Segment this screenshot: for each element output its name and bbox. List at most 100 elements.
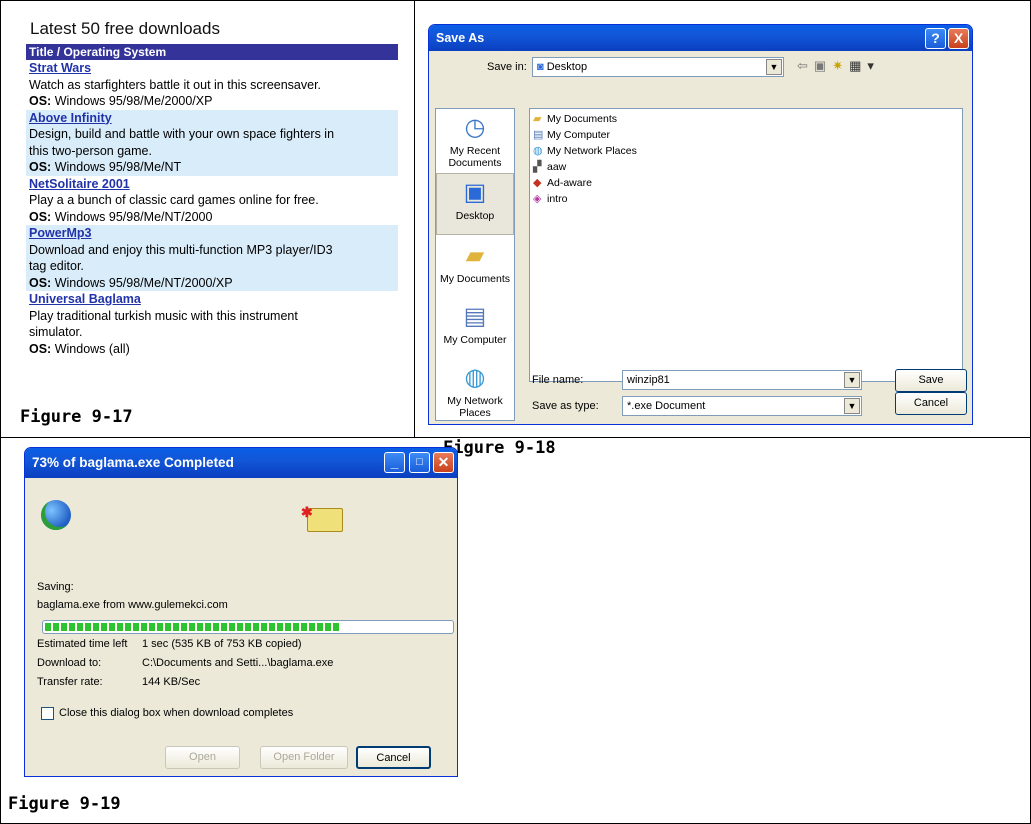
download-title: 73% of baglama.exe Completed	[32, 455, 234, 470]
figure-caption-9-17: Figure 9-17	[20, 407, 133, 427]
transfer-rate-label: Transfer rate:	[37, 676, 103, 688]
back-icon[interactable]: ⇦	[797, 58, 814, 73]
my-documents-icon: ▰	[465, 242, 485, 269]
chevron-down-icon[interactable]: ▼	[766, 59, 782, 75]
open-button[interactable]: Open	[165, 746, 240, 769]
download-to-label: Download to:	[37, 657, 102, 669]
transfer-rate-value: 144 KB/Sec	[142, 676, 201, 688]
list-item: NetSolitaire 2001 Play a a bunch of class…	[26, 176, 398, 226]
recent-documents-icon: ◷	[464, 114, 486, 141]
save-button[interactable]: Save	[895, 369, 967, 392]
download-description: Design, build and battle with your own s…	[29, 127, 335, 141]
place-network-places[interactable]: ◍ My Network Places	[436, 363, 514, 419]
download-progress-bar	[42, 620, 454, 634]
list-item[interactable]: ◍ My Network Places	[530, 143, 962, 159]
close-when-done-checkbox[interactable]	[41, 707, 54, 720]
downloads-column-header: Title / Operating System	[26, 44, 398, 60]
chevron-down-icon[interactable]: ▼	[844, 398, 860, 414]
view-menu-icon[interactable]: ▦▾	[849, 58, 880, 73]
place-my-computer[interactable]: ▤ My Computer	[436, 302, 514, 346]
minimize-button[interactable]: _	[384, 452, 405, 473]
save-in-value: Desktop	[546, 61, 588, 73]
progress-fill	[45, 623, 342, 631]
os-value: Windows 95/98/Me/NT/2000	[54, 209, 213, 224]
list-item[interactable]: ◈ intro	[530, 191, 962, 207]
list-item[interactable]: ◆ Ad-aware	[530, 175, 962, 191]
list-item: Above Infinity Design, build and battle w…	[26, 109, 398, 176]
globe-icon	[41, 500, 71, 530]
list-item[interactable]: ▰ My Documents	[530, 111, 962, 127]
os-label: OS:	[29, 275, 52, 290]
download-description: this two-person game.	[29, 143, 152, 158]
download-os: OS: Windows 95/98/Me/NT/2000	[29, 209, 398, 226]
open-folder-button[interactable]: Open Folder	[260, 746, 348, 769]
download-titlebar: 73% of baglama.exe Completed _ □ ✕	[25, 448, 457, 478]
os-label: OS:	[29, 94, 52, 108]
os-value: Windows (all)	[54, 341, 130, 356]
os-label: OS:	[29, 341, 52, 356]
os-label: OS:	[29, 209, 52, 224]
figure-divider-vertical	[414, 0, 415, 437]
cancel-button[interactable]: Cancel	[356, 746, 431, 769]
place-desktop[interactable]: ▣ Desktop	[436, 173, 514, 235]
download-os: OS: Windows (all)	[29, 341, 398, 358]
desktop-icon: ▣	[463, 179, 487, 206]
help-button[interactable]: ?	[925, 28, 946, 49]
download-to-value: C:\Documents and Setti...\baglama.exe	[142, 657, 334, 669]
download-title-link[interactable]: Above Infinity	[29, 110, 112, 127]
chevron-down-icon[interactable]: ▼	[844, 372, 860, 388]
downloads-list: Strat Wars Watch as starfighters battle i…	[26, 60, 398, 357]
saving-label: Saving:	[37, 581, 74, 593]
close-button[interactable]: ✕	[433, 452, 454, 473]
file-list[interactable]: ▰ My Documents ▤ My Computer ◍ My Network P…	[529, 108, 963, 382]
place-my-documents[interactable]: ▰ My Documents	[436, 241, 514, 285]
close-button[interactable]: X	[948, 28, 969, 49]
download-description: simulator.	[29, 325, 83, 339]
download-description: Play a a bunch of classic card games onl…	[29, 193, 319, 207]
download-title-link[interactable]: PowerMp3	[29, 225, 92, 242]
download-os: OS: Windows 95/98/Me/NT/2000/XP	[29, 275, 398, 292]
computer-icon: ▤	[533, 129, 544, 141]
file-name-input[interactable]: winzip81 ▼	[622, 370, 862, 390]
os-value: Windows 95/98/Me/NT/2000/XP	[54, 275, 233, 290]
list-item[interactable]: ▤ My Computer	[530, 127, 962, 143]
save-in-label: Save in:	[487, 61, 527, 73]
list-item: Universal Baglama Play traditional turkis…	[26, 291, 398, 357]
file-name-label: File name:	[532, 374, 584, 386]
downloads-heading: Latest 50 free downloads	[30, 19, 220, 38]
time-left-label: Estimated time left	[37, 638, 128, 650]
download-title-link[interactable]: NetSolitaire 2001	[29, 176, 130, 193]
download-os: OS: Windows 95/98/Me/NT	[29, 159, 398, 176]
saving-value: baglama.exe from www.gulemekci.com	[37, 599, 228, 611]
download-os: OS: Windows 95/98/Me/2000/XP	[29, 93, 398, 110]
cancel-button[interactable]: Cancel	[895, 392, 967, 415]
download-title-link[interactable]: Strat Wars	[29, 60, 91, 77]
save-as-type-select[interactable]: *.exe Document ▼	[622, 396, 862, 416]
os-label: OS:	[29, 160, 52, 174]
media-icon: ◈	[533, 193, 542, 205]
download-description: Download and enjoy this multi-function M…	[29, 242, 333, 257]
folder-icon: ▰	[533, 113, 542, 125]
list-item[interactable]: ▞ aaw	[530, 159, 962, 175]
new-folder-icon[interactable]: ✷	[832, 58, 849, 73]
app-icon: ▞	[533, 161, 542, 173]
save-as-titlebar: Save As ? X	[429, 25, 972, 51]
download-description: Watch as starfighters battle it out in t…	[29, 77, 322, 92]
download-description: Play traditional turkish music with this…	[29, 308, 298, 323]
list-item: PowerMp3 Download and enjoy this multi-fu…	[26, 225, 398, 291]
downloads-panel: Latest 50 free downloads Title / Operati…	[26, 18, 398, 357]
adaware-icon: ◆	[533, 177, 542, 189]
save-as-type-label: Save as type:	[532, 400, 599, 412]
figure-caption-9-18: Figure 9-18	[443, 438, 556, 458]
place-recent-documents[interactable]: ◷ My Recent Documents	[436, 113, 514, 169]
download-dialog: 73% of baglama.exe Completed _ □ ✕ ✱ Sav…	[24, 447, 458, 777]
save-in-combo[interactable]: ◙ Desktop ▼	[532, 57, 784, 77]
os-value: Windows 95/98/Me/NT	[54, 160, 182, 174]
network-icon: ◍	[533, 145, 543, 157]
up-folder-icon[interactable]: ▣	[814, 58, 832, 73]
maximize-button[interactable]: □	[409, 452, 430, 473]
my-computer-icon: ▤	[463, 303, 487, 330]
save-as-dialog: Save As ? X Save in: ◙ Desktop ▼ ⇦▣✷▦▾ ◷…	[428, 24, 973, 425]
download-title-link[interactable]: Universal Baglama	[29, 291, 141, 308]
time-left-value: 1 sec (535 KB of 753 KB copied)	[142, 638, 302, 650]
